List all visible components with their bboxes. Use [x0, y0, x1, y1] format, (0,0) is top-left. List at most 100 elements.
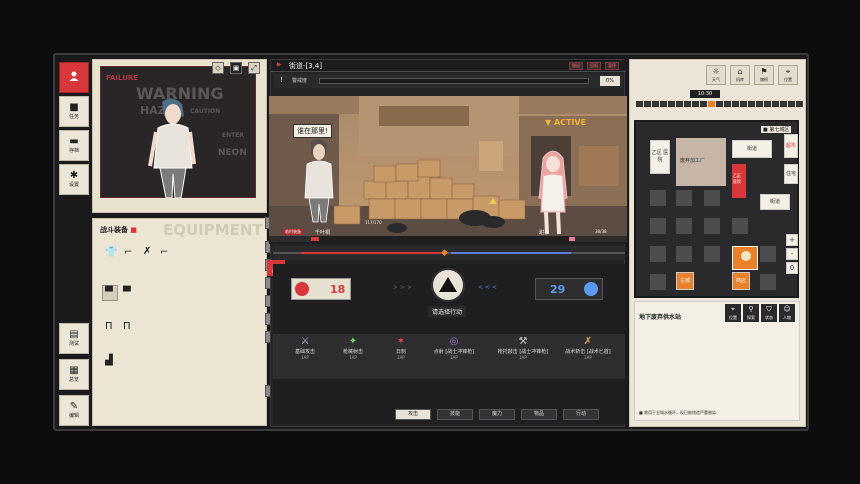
test-button[interactable]: ▤ 测试 [59, 323, 89, 354]
overview-label: 总览 [68, 377, 79, 383]
map-room[interactable] [650, 190, 666, 206]
triangle-icon [439, 277, 457, 292]
grid-icon: ▦ [69, 365, 79, 376]
map-room[interactable] [676, 190, 692, 206]
portrait-toggle-icon[interactable]: ◇ [212, 62, 224, 74]
map-room[interactable] [760, 274, 776, 290]
flag-button[interactable]: ⚑ 旗帜 [754, 65, 774, 85]
pistol-icon[interactable]: ⌐ [124, 247, 132, 258]
edit-button[interactable]: ✎ 编辑 [59, 395, 89, 426]
time-segment [732, 101, 739, 107]
tab-magic[interactable]: 魔力 [479, 409, 515, 420]
pants-icon[interactable]: Π [105, 321, 113, 332]
portrait-expand-icon[interactable]: ⤢ [248, 62, 260, 74]
portrait-frame-icon[interactable]: ▣ [230, 62, 242, 74]
tab-action[interactable]: 行动 [563, 409, 599, 420]
enemy-arrows: < < < [478, 284, 497, 291]
time-segment [660, 101, 667, 107]
player-power-box: 18 [291, 278, 351, 300]
action-butt-strike[interactable]: ⚒ 枪托敲击 [战士冲锋枪] 1AP [483, 336, 563, 360]
combat-panel: 18 > > > < < < 29 请选择行动 ⚔ 基础攻击 1AP ✦ 枪械射… [273, 264, 625, 424]
action-tactical-slash[interactable]: ✗ 战术斩击 [战术匕首] 1AP [553, 336, 623, 360]
dagger-icon: ✗ [583, 336, 593, 347]
enemy-badge-icon [584, 282, 598, 296]
map-room-clinic[interactable]: 乙区 医院 [732, 164, 746, 198]
map-room[interactable] [732, 218, 748, 234]
map-room-street[interactable]: 街道 [732, 140, 772, 158]
pause-button[interactable]: 暂停 [605, 62, 619, 70]
initiative-marker-icon: ◆ [441, 248, 448, 258]
alert-meter [319, 78, 589, 84]
info-people-button[interactable]: ☺ 人物 [779, 304, 795, 322]
game-window: ■ 任务 ▬ 存档 ✱ 设置 ▤ 测试 ▦ 总览 ✎ 编辑 WARNING HA… [53, 53, 809, 431]
tab-attack[interactable]: 攻击 [395, 409, 431, 420]
zoom-reset-button[interactable]: 0 [786, 262, 798, 274]
time-segment [796, 101, 803, 107]
player-name: 千叶桐 [315, 230, 331, 236]
map-room[interactable] [676, 218, 692, 234]
overview-button[interactable]: ▦ 总览 [59, 359, 89, 390]
player-badge-icon [295, 282, 309, 296]
time-segment [652, 101, 659, 107]
map-room[interactable] [704, 190, 720, 206]
location-button[interactable]: ⌖ 位置 [778, 65, 798, 85]
pencil-icon: ✎ [69, 401, 79, 412]
player-marker-icon [741, 251, 751, 261]
map-room[interactable] [650, 218, 666, 234]
map-room[interactable] [676, 246, 692, 262]
action-ap: 1AP [584, 355, 592, 360]
save-button[interactable]: ▬ 存档 [59, 130, 89, 161]
map-room-hospital[interactable]: 乙区 医院 [650, 140, 670, 174]
pin-icon: ⌖ [785, 67, 791, 76]
map-room-shop[interactable]: 商店 [732, 272, 750, 290]
zoom-in-button[interactable]: + [786, 234, 798, 246]
profile-button[interactable] [59, 62, 89, 93]
map-room-street-2[interactable]: 街道 [760, 194, 790, 210]
action-burst-fire[interactable]: ◎ 点射 [战士冲锋枪] 1AP [419, 336, 489, 360]
map-room[interactable] [650, 274, 666, 290]
hangar-icon: ⌂ [737, 67, 743, 76]
info-explore-button[interactable]: ⚲ 探索 [743, 304, 759, 322]
boots-icon[interactable]: ▟ [105, 355, 113, 366]
equipment-watermark: EQUIPMENT [163, 221, 263, 239]
shirt-alt-icon[interactable]: ▀ [123, 287, 131, 298]
info-location-button[interactable]: ⌖ 位置 [725, 304, 741, 322]
hangar-button[interactable]: ⌂ 机库 [730, 65, 750, 85]
search-icon: ⚲ [748, 305, 754, 313]
zoom-out-button[interactable]: - [786, 248, 798, 260]
tab-item[interactable]: 物品 [521, 409, 557, 420]
map-room[interactable] [704, 246, 720, 262]
map-room[interactable] [650, 246, 666, 262]
weather-button[interactable]: ☼ 天气 [706, 65, 726, 85]
map-room-residence[interactable]: 住宅 [784, 164, 798, 184]
player-power: 18 [330, 283, 346, 296]
map-room-market[interactable]: 超市 [784, 134, 798, 158]
character-figure [100, 66, 256, 198]
report-button[interactable]: 回报 [587, 62, 601, 70]
tasks-button[interactable]: ■ 任务 [59, 96, 89, 127]
settings-button[interactable]: ✱ 设置 [59, 164, 89, 195]
tab-skill[interactable]: 技能 [437, 409, 473, 420]
map-room-main[interactable]: 主城 [676, 272, 694, 290]
shirt-icon: ▀ [105, 287, 113, 298]
armor-slot-icon[interactable]: 👕 [105, 247, 117, 258]
info-status-button[interactable]: ⛉ 状态 [761, 304, 777, 322]
time-segment [748, 101, 755, 107]
battle-scene: 谁在那里! ▼ ACTIVE 临时装备 千叶桐 117/170 甜子 38/38 [269, 96, 627, 244]
location-info-title: 地下废弃供水站 [639, 314, 682, 321]
enemy-power: 29 [550, 283, 566, 296]
map-room[interactable] [760, 246, 776, 262]
map-room-current[interactable] [732, 246, 758, 270]
initiative-player-fill [301, 252, 441, 254]
gear-icon: ✱ [69, 170, 79, 181]
person-icon: ☺ [783, 305, 791, 313]
location-info-panel: 地下废弃供水站 ⌖ 位置 ⚲ 探索 ⛉ 状态 ☺ 人物 ■ 曾用于全城水循环，现已被改造… [634, 301, 800, 421]
knife-icon[interactable]: ✗ [143, 246, 151, 257]
map-room[interactable] [704, 218, 720, 234]
gun-icon[interactable]: ⌐ [160, 247, 168, 258]
map-room-factory[interactable]: 废弃加工厂 [676, 138, 726, 186]
pants-alt-icon[interactable]: Π [123, 321, 131, 332]
map-panel: ☼ 天气 ⌂ 机库 ⚑ 旗帜 ⌖ 位置 10:30 ■ 第七城区 乙区 医院 废弃加工厂… [629, 59, 806, 427]
retreat-button[interactable]: 撤退 [569, 62, 583, 70]
initiative-enemy-fill [451, 252, 571, 254]
